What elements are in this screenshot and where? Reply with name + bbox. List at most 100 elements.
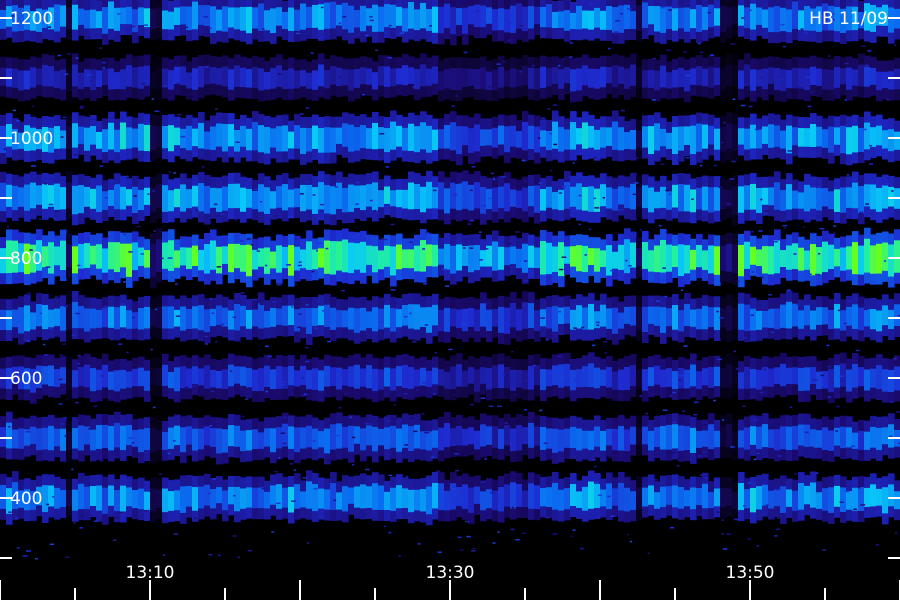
heat-cell	[426, 307, 433, 333]
heat-cell	[228, 124, 235, 147]
heat-cell	[73, 522, 77, 524]
heat-cell	[220, 213, 225, 215]
heat-cell	[540, 130, 547, 147]
heat-cell	[252, 309, 259, 327]
heat-cell	[588, 125, 595, 148]
heat-cell	[846, 127, 853, 155]
heat-cell	[108, 425, 115, 451]
heat-cell	[31, 165, 36, 167]
heat-cell	[743, 337, 747, 339]
heat-cell	[275, 502, 281, 505]
heat-cell	[712, 331, 716, 334]
heat-cell	[846, 369, 853, 392]
heat-cell	[302, 477, 308, 479]
heat-cell	[570, 484, 577, 506]
heat-cell	[786, 367, 793, 385]
heat-cell	[306, 241, 313, 270]
heat-cell	[75, 57, 79, 59]
heat-cell	[336, 367, 343, 390]
heat-cell	[510, 428, 517, 452]
heat-cell	[54, 4, 61, 32]
heat-cell	[354, 426, 361, 444]
heat-cell	[348, 5, 355, 33]
heat-cell	[174, 367, 181, 392]
heat-cell	[131, 25, 136, 28]
heat-cell	[54, 246, 61, 266]
heat-cell	[228, 310, 235, 330]
heat-cell	[558, 242, 565, 277]
heat-cell	[282, 70, 289, 90]
heat-cell	[714, 67, 721, 85]
heat-cell	[738, 186, 745, 213]
heat-cell	[344, 393, 349, 395]
heat-cell	[594, 465, 597, 468]
heat-cell	[492, 178, 495, 180]
heat-cell	[786, 125, 793, 154]
heat-cell	[169, 171, 172, 173]
heat-cell	[553, 143, 558, 146]
heat-cell	[602, 196, 605, 199]
heat-cell	[336, 127, 343, 144]
heat-cell	[510, 189, 517, 207]
band-600	[0, 352, 900, 404]
heat-cell	[133, 195, 137, 197]
heat-cell	[783, 227, 786, 229]
heat-cell	[114, 72, 121, 90]
heat-cell	[351, 232, 356, 235]
heat-cell	[402, 8, 409, 32]
heat-cell	[817, 181, 821, 183]
heat-cell	[564, 67, 571, 84]
heat-cell	[301, 377, 304, 379]
heat-cell	[598, 300, 602, 303]
heat-cell	[386, 420, 390, 422]
heat-cell	[240, 430, 247, 452]
heat-cell	[819, 228, 825, 230]
heat-cell	[588, 228, 592, 231]
heat-cell	[690, 309, 697, 327]
heat-cell	[378, 308, 385, 330]
heat-cell	[607, 495, 611, 498]
heat-cell	[168, 491, 175, 511]
band-1200	[0, 0, 900, 46]
heat-cell	[61, 343, 67, 345]
heat-cell	[662, 267, 667, 269]
heat-cell	[396, 244, 403, 270]
heat-cell	[690, 68, 697, 85]
heat-cell	[30, 312, 37, 330]
heat-cell	[858, 487, 865, 512]
heat-cell	[882, 305, 889, 326]
heat-cell	[414, 489, 421, 511]
heat-cell	[750, 308, 757, 331]
heat-cell	[768, 429, 775, 448]
heat-cell	[186, 6, 193, 31]
spectrogram-chart: 400 600 800 1000 1200 13:10 13:30 13:50 HB 11/0…	[0, 0, 900, 600]
heat-cell	[648, 306, 655, 324]
y-tick-label: 1000	[10, 129, 53, 149]
heat-cell	[684, 245, 691, 274]
heat-cell	[704, 477, 708, 480]
y-tick-label: 400	[10, 489, 42, 509]
heat-cell	[804, 128, 811, 147]
heat-cell	[516, 369, 523, 388]
heat-cell	[442, 268, 448, 271]
heat-cell	[822, 427, 829, 451]
heat-cell	[234, 65, 241, 87]
heat-cell	[549, 169, 553, 172]
heat-cell	[828, 69, 835, 90]
heat-cell	[14, 517, 19, 519]
heat-cell	[618, 425, 625, 451]
heat-cell	[306, 72, 313, 89]
heat-cell	[305, 107, 309, 109]
heat-cell	[522, 243, 529, 273]
heat-cell	[80, 105, 85, 107]
heat-cell	[508, 39, 511, 42]
heat-cell	[103, 306, 109, 308]
heat-cell	[629, 540, 633, 543]
heat-cell	[326, 459, 331, 461]
heat-cell	[132, 242, 139, 271]
heat-cell	[669, 394, 673, 397]
heat-cell	[424, 431, 430, 434]
heat-cell	[72, 123, 79, 148]
heat-cell	[228, 183, 235, 209]
heat-cell	[696, 371, 703, 389]
